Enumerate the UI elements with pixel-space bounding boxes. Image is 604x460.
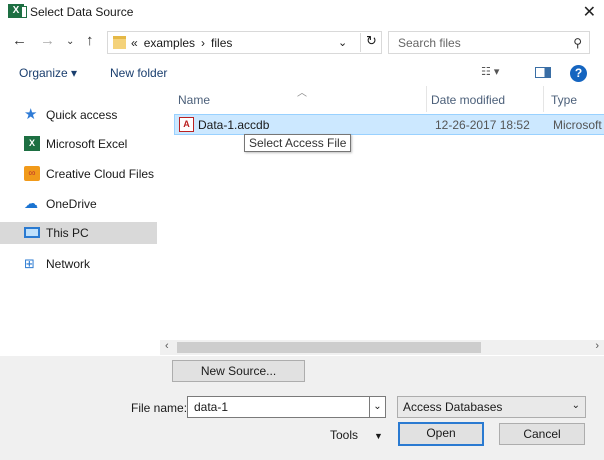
navigation-pane: ★ Quick access X Microsoft Excel ∞ Creat… [0,88,160,356]
file-type: Microsoft [553,118,602,132]
sidebar-item-label: Quick access [46,108,118,122]
sidebar-item-onedrive[interactable]: ☁ OneDrive [0,193,157,215]
excel-icon: X [24,136,40,151]
new-folder-button[interactable]: New folder [110,66,167,80]
open-button[interactable]: Open [398,422,484,446]
excel-icon: X [8,4,27,18]
address-bar[interactable]: « examples › files ⌄ ↻ [107,31,382,54]
cloud-icon: ☁ [24,195,38,211]
scroll-left-icon[interactable]: ‹ [165,340,169,352]
column-divider[interactable] [543,86,544,112]
column-header-type[interactable]: Type [551,93,577,107]
column-header-name[interactable]: Name [178,93,210,107]
network-icon: ⊞ [24,256,35,271]
file-type-select[interactable]: Access Databases ⌄ [397,396,586,418]
sidebar-item-label: Creative Cloud Files [46,167,155,181]
table-row[interactable]: A Data-1.accdb 12-26-2017 18:52 Microsof… [174,114,604,135]
recent-locations-chevron-icon[interactable]: ⌄ [66,36,74,47]
file-date: 12-26-2017 18:52 [435,118,530,132]
column-divider[interactable] [426,86,427,112]
window-title: Select Data Source [30,5,134,19]
command-toolbar: Organize ▾ New folder ☷ ▾ ? [0,62,604,86]
organize-button[interactable]: Organize ▾ [19,66,77,80]
sidebar-item-label: Network [46,257,91,271]
search-placeholder: Search files [398,36,461,50]
sidebar-item-label: This PC [46,226,89,240]
star-icon: ★ [24,106,38,123]
help-icon[interactable]: ? [570,65,587,82]
scroll-right-icon[interactable]: › [595,340,599,352]
tooltip: Select Access File [244,134,352,152]
tools-button[interactable]: Tools ▼ [330,428,383,442]
file-list: ︿ Name Date modified Type A Data-1.accdb… [160,86,604,340]
back-arrow-icon[interactable]: ← [12,32,27,49]
sidebar-item-label: Microsoft Excel [46,137,128,151]
creative-cloud-icon: ∞ [24,166,40,181]
preview-pane-icon[interactable] [535,67,551,78]
dialog-footer: New Source... File name: data-1 ⌄ Access… [0,356,604,460]
folder-icon [113,36,126,49]
dropdown-arrow-icon: ▼ [374,431,383,441]
access-file-icon: A [179,117,194,132]
sidebar-item-network[interactable]: ⊞ Network [0,253,157,275]
horizontal-scrollbar[interactable]: ‹ › [160,340,604,355]
search-input[interactable]: Search files ⚲ [388,31,590,54]
file-name-field[interactable]: data-1 [187,396,370,418]
chevron-down-icon: ⌄ [571,400,580,411]
scrollbar-thumb[interactable] [177,342,481,353]
sidebar-item-this-pc[interactable]: This PC [0,222,157,244]
address-dropdown-icon[interactable]: ⌄ [338,36,347,49]
sidebar-item-label: OneDrive [46,197,97,211]
file-name-dropdown-icon[interactable]: ⌄ [369,396,386,418]
breadcrumb-separator: › [201,36,206,50]
file-name-label: File name: [131,401,188,415]
file-type-value: Access Databases [403,400,503,414]
computer-icon [24,227,40,238]
sort-ascending-icon: ︿ [297,88,307,99]
up-arrow-icon[interactable]: ↑ [86,32,94,49]
sidebar-item-microsoft-excel[interactable]: X Microsoft Excel [0,133,157,155]
change-view-icon[interactable]: ☷ ▾ [481,65,499,78]
cancel-button[interactable]: Cancel [499,423,585,445]
new-source-button[interactable]: New Source... [172,360,305,382]
close-icon[interactable]: ✕ [583,2,596,22]
breadcrumb: « examples › files [131,36,238,50]
sidebar-item-creative-cloud-files[interactable]: ∞ Creative Cloud Files [0,163,157,185]
title-bar: X Select Data Source ✕ [0,0,604,24]
forward-arrow-icon[interactable]: → [40,32,55,49]
navigation-bar: ← → ⌄ ↑ « examples › files ⌄ ↻ Search files… [0,28,604,56]
breadcrumb-files[interactable]: files [211,36,232,50]
search-icon: ⚲ [573,36,582,50]
breadcrumb-examples[interactable]: examples [144,36,195,50]
refresh-icon[interactable]: ↻ [360,33,382,52]
tools-label: Tools [330,428,359,442]
sidebar-item-quick-access[interactable]: ★ Quick access [0,104,157,126]
column-header-date-modified[interactable]: Date modified [431,93,505,107]
breadcrumb-overflow[interactable]: « [131,36,138,50]
file-name: Data-1.accdb [198,118,270,132]
